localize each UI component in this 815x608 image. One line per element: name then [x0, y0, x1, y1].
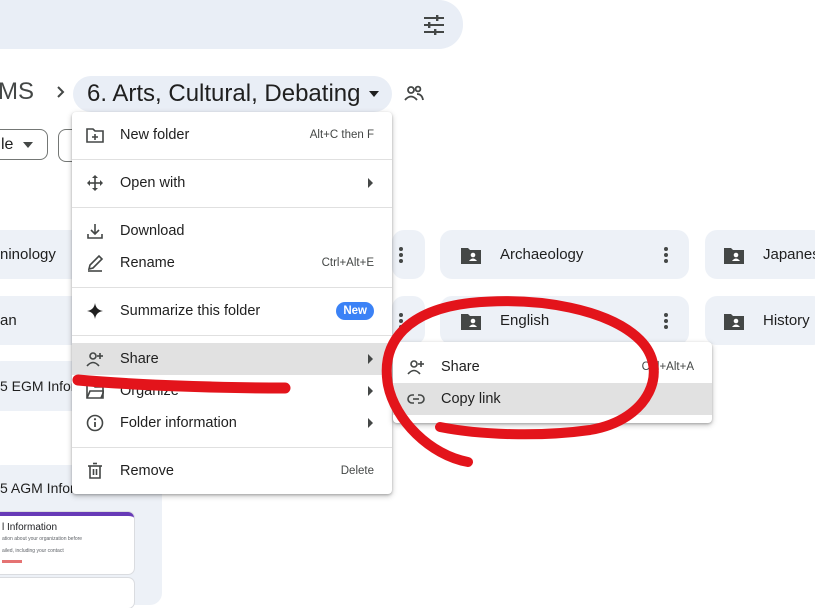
- chevron-right-icon: [57, 86, 65, 98]
- folder-name: History: [763, 312, 810, 329]
- shared-folder-icon: [724, 247, 744, 264]
- menu-shortcut: Alt+C then F: [309, 129, 374, 141]
- folder-name: English: [500, 312, 550, 329]
- breadcrumb-current-folder[interactable]: 6. Arts, Cultural, Debating: [73, 76, 393, 112]
- menu-item-label: Open with: [120, 175, 186, 191]
- folder-card[interactable]: History: [705, 296, 815, 345]
- caret-down-icon: [369, 91, 380, 97]
- menu-item-label: Copy link: [441, 391, 501, 407]
- shared-folder-icon: [724, 313, 744, 330]
- submenu-item-copy-link[interactable]: Copy link: [393, 383, 712, 415]
- menu-item-label: Share: [120, 351, 159, 367]
- link-icon: [407, 394, 425, 404]
- move-arrows-icon: [87, 175, 103, 191]
- menu-divider: [72, 159, 392, 160]
- search-bar[interactable]: [0, 0, 463, 49]
- menu-item-organize[interactable]: Organize: [72, 375, 392, 407]
- menu-item-label: Summarize this folder: [120, 303, 261, 319]
- breadcrumb-root[interactable]: MS: [0, 78, 34, 106]
- menu-item-rename[interactable]: Rename Ctrl+Alt+E: [72, 247, 392, 279]
- breadcrumb-current-label: 6. Arts, Cultural, Debating: [87, 80, 361, 107]
- shared-people-icon: [404, 85, 424, 101]
- filter-chip-label: le: [1, 135, 14, 153]
- person-add-icon: [86, 352, 103, 367]
- menu-item-summarize[interactable]: Summarize this folder New: [72, 295, 392, 327]
- thumbnail-title: l Information: [2, 522, 58, 533]
- menu-divider: [72, 447, 392, 448]
- menu-item-label: Share: [441, 359, 480, 375]
- menu-item-label: Organize: [120, 383, 179, 399]
- shared-folder-icon: [461, 313, 481, 330]
- menu-item-open-with[interactable]: Open with: [72, 167, 392, 199]
- menu-item-folder-information[interactable]: Folder information: [72, 407, 392, 439]
- menu-divider: [72, 335, 392, 336]
- submenu-item-share[interactable]: Share Ctrl+Alt+A: [393, 351, 712, 383]
- file-thumbnail: l Information ation about your organizat…: [0, 512, 134, 574]
- thumbnail-text: ailed, including your contact: [2, 548, 64, 554]
- pencil-icon: [87, 254, 104, 272]
- submenu-arrow-icon: [368, 178, 373, 188]
- thumbnail-text: ation about your organization before: [2, 536, 83, 542]
- folder-card[interactable]: Archaeology: [440, 230, 689, 279]
- folder-name: Japanes: [763, 246, 815, 263]
- folder-add-icon: [86, 128, 104, 143]
- menu-item-new-folder[interactable]: New folder Alt+C then F: [72, 119, 392, 151]
- menu-item-share[interactable]: Share: [72, 343, 392, 375]
- person-add-icon: [407, 360, 424, 375]
- menu-item-remove[interactable]: Remove Delete: [72, 455, 392, 487]
- download-icon: [87, 224, 103, 239]
- caret-down-icon: [23, 141, 34, 148]
- more-vert-icon[interactable]: [398, 246, 404, 264]
- menu-item-label: Download: [120, 223, 185, 239]
- tune-icon[interactable]: [422, 14, 446, 36]
- shared-folder-icon: [461, 247, 481, 264]
- folder-card[interactable]: English: [440, 296, 689, 345]
- menu-shortcut: Ctrl+Alt+A: [641, 361, 694, 373]
- menu-item-label: Folder information: [120, 415, 237, 431]
- filter-chip-type[interactable]: le: [0, 129, 48, 160]
- folder-name: Archaeology: [500, 246, 584, 263]
- menu-divider: [72, 207, 392, 208]
- file-thumbnail-section: [0, 578, 134, 608]
- file-name: 5 AGM Infor: [0, 480, 75, 496]
- more-vert-icon[interactable]: [663, 246, 669, 264]
- folder-open-icon: [86, 384, 104, 399]
- more-vert-icon[interactable]: [663, 312, 669, 330]
- thumbnail-line: [2, 560, 22, 563]
- more-vert-icon[interactable]: [398, 312, 404, 330]
- folder-card[interactable]: Japanes: [705, 230, 815, 279]
- context-menu: New folder Alt+C then F Open with Downlo…: [72, 112, 392, 494]
- folder-name: ninology: [0, 246, 56, 263]
- submenu-arrow-icon: [368, 386, 373, 396]
- folder-card[interactable]: [392, 296, 425, 345]
- share-submenu: Share Ctrl+Alt+A Copy link: [393, 342, 712, 423]
- sparkle-icon: [87, 303, 103, 319]
- menu-item-download[interactable]: Download: [72, 215, 392, 247]
- trash-icon: [88, 462, 102, 479]
- menu-item-label: Rename: [120, 255, 175, 271]
- menu-item-label: New folder: [120, 127, 190, 143]
- new-badge: New: [336, 302, 374, 320]
- submenu-arrow-icon: [368, 418, 373, 428]
- info-icon: [86, 414, 104, 432]
- folder-name: an: [0, 312, 17, 329]
- submenu-arrow-icon: [368, 354, 373, 364]
- menu-shortcut: Ctrl+Alt+E: [321, 257, 374, 269]
- menu-shortcut: Delete: [340, 465, 374, 477]
- folder-card[interactable]: [392, 230, 425, 279]
- file-name: 5 EGM Infor: [0, 378, 76, 394]
- menu-divider: [72, 287, 392, 288]
- menu-item-label: Remove: [120, 463, 174, 479]
